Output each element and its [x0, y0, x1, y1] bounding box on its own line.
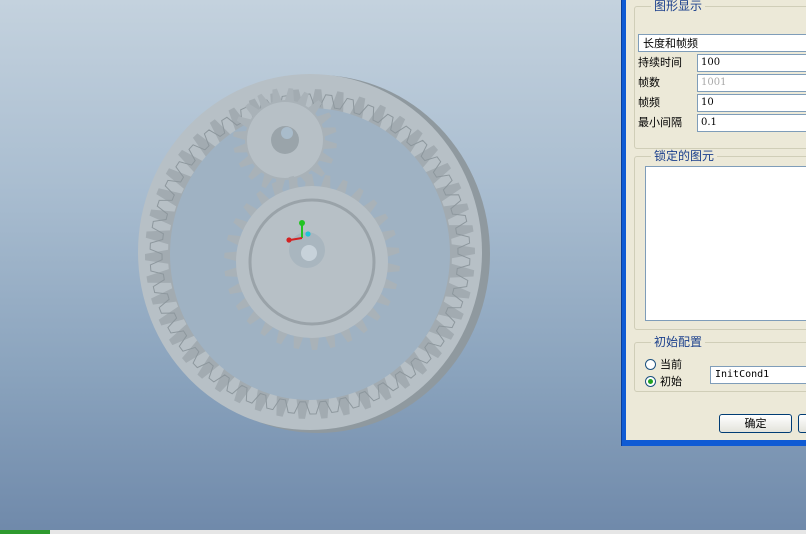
min-interval-field[interactable]: 0.1: [697, 114, 806, 132]
graphics-display-title: 图形显示: [651, 0, 706, 13]
duration-label: 持续时间: [638, 56, 682, 69]
dialog-body: 图形显示 长度和帧频 持续时间 100 帧数 1001 帧频 10 最小间隔 0…: [626, 0, 806, 440]
duration-field[interactable]: 100: [697, 54, 806, 72]
mode-select[interactable]: 长度和帧频: [638, 34, 806, 52]
current-radio-label: 当前: [660, 358, 682, 371]
initial-config-title: 初始配置: [651, 335, 706, 349]
min-interval-label: 最小间隔: [638, 116, 682, 129]
small-planet-gear[interactable]: [233, 88, 337, 192]
animation-settings-dialog: 图形显示 长度和帧频 持续时间 100 帧数 1001 帧频 10 最小间隔 0…: [621, 0, 806, 446]
progress-indicator: [0, 530, 50, 534]
next-button-partial[interactable]: [798, 414, 806, 433]
locked-entities-list[interactable]: [645, 166, 806, 321]
ok-button[interactable]: 确定: [719, 414, 792, 433]
status-bar: [0, 530, 806, 534]
frame-count-label: 帧数: [638, 76, 660, 89]
frame-rate-label: 帧频: [638, 96, 660, 109]
frame-rate-field[interactable]: 10: [697, 94, 806, 112]
current-radio[interactable]: [645, 359, 656, 370]
initial-condition-select[interactable]: InitCond1: [710, 366, 806, 384]
frame-count-field: 1001: [697, 74, 806, 92]
initial-radio-label: 初始: [660, 375, 682, 388]
initial-radio[interactable]: [645, 376, 656, 387]
locked-entities-title: 锁定的图元: [651, 149, 718, 163]
